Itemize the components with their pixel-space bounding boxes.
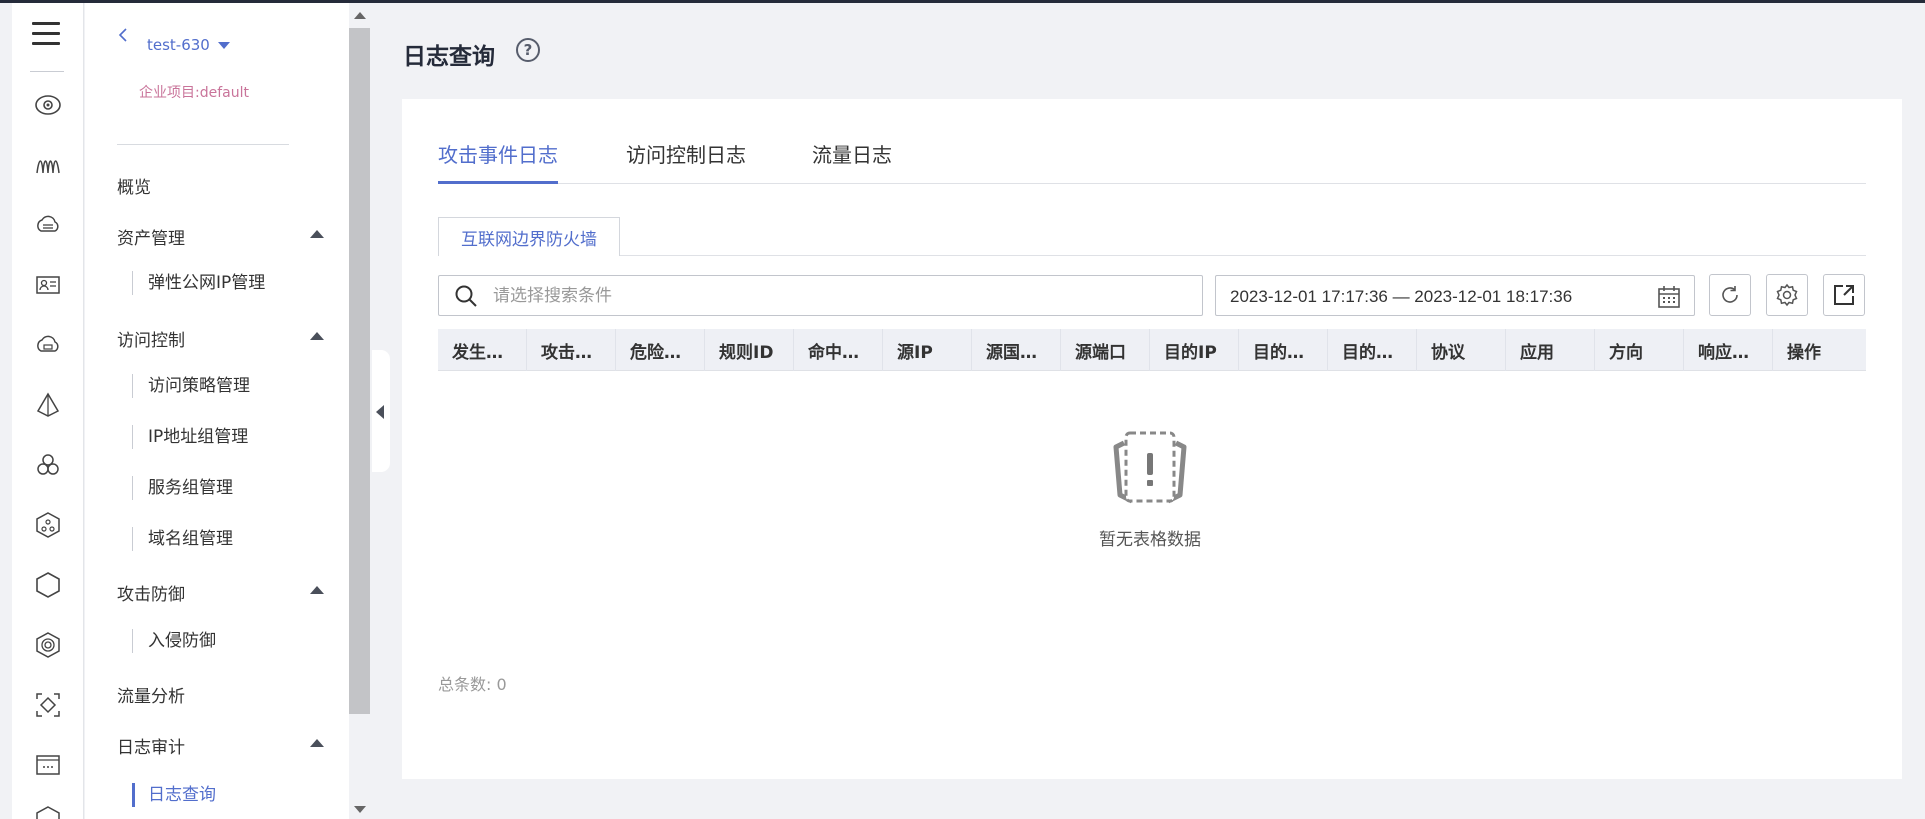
- firewall-tab-row: 互联网边界防火墙: [438, 217, 1866, 256]
- total-count: 总条数: 0: [438, 671, 507, 695]
- calendar-icon: [1658, 286, 1680, 308]
- sidebar-item-eip-management[interactable]: 弹性公网IP管理: [132, 271, 265, 295]
- nav-divider: [117, 144, 289, 145]
- scroll-down-icon[interactable]: [354, 806, 366, 813]
- column-header[interactable]: 目的…: [1328, 329, 1417, 371]
- table-header: 发生… 攻击… 危险… 规则ID 命中… 源IP 源国… 源端口 目的IP 目的…: [438, 329, 1866, 371]
- empty-state-icon: [1110, 429, 1190, 505]
- pyramid-icon[interactable]: [34, 391, 62, 419]
- refresh-icon: [1722, 286, 1738, 303]
- shield-hex-icon[interactable]: [34, 631, 62, 659]
- instance-name: test-630: [147, 36, 210, 54]
- collapse-caret-icon: [310, 739, 324, 747]
- eye-icon[interactable]: [34, 91, 62, 119]
- sidebar-scrollbar[interactable]: [349, 3, 371, 819]
- cloud-icon[interactable]: [34, 331, 62, 359]
- icon-rail: [12, 3, 84, 819]
- rail-divider: [30, 71, 64, 72]
- column-header[interactable]: 协议: [1417, 329, 1506, 371]
- hexagon-icon[interactable]: [34, 571, 62, 599]
- column-header[interactable]: 目的…: [1239, 329, 1328, 371]
- sidebar-item-asset-management[interactable]: 资产管理: [117, 224, 324, 249]
- date-range-text: 2023-12-01 17:17:36 — 2023-12-01 18:17:3…: [1230, 287, 1573, 306]
- page-title: 日志查询: [403, 44, 495, 70]
- tab-bar: 攻击事件日志 访问控制日志 流量日志: [438, 139, 1866, 184]
- tab-access-control-log[interactable]: 访问控制日志: [626, 139, 746, 184]
- search-box[interactable]: [438, 275, 1203, 316]
- sidebar-item-intrusion-prevention[interactable]: 入侵防御: [132, 629, 216, 653]
- column-header[interactable]: 源IP: [883, 329, 972, 371]
- terminal-icon[interactable]: [34, 751, 62, 779]
- hex-network-icon[interactable]: [34, 511, 62, 539]
- sidebar-item-overview[interactable]: 概览: [117, 173, 151, 198]
- sidebar-item-log-query[interactable]: 日志查询: [132, 783, 216, 807]
- settings-button[interactable]: [1766, 274, 1808, 316]
- column-header[interactable]: 目的IP: [1150, 329, 1239, 371]
- sidebar-collapse-handle[interactable]: [372, 350, 390, 472]
- help-icon[interactable]: ?: [516, 38, 540, 62]
- tab-attack-event-log[interactable]: 攻击事件日志: [438, 139, 558, 184]
- collapse-caret-icon: [310, 230, 324, 238]
- id-card-icon[interactable]: [34, 271, 62, 299]
- log-card: 攻击事件日志 访问控制日志 流量日志 互联网边界防火墙 2023-12-01 1…: [402, 99, 1902, 779]
- sidebar-nav: test-630 企业项目:default 概览 资产管理 弹性公网IP管理 访…: [85, 3, 350, 819]
- sidebar-item-service-group[interactable]: 服务组管理: [132, 476, 233, 500]
- column-header[interactable]: 规则ID: [705, 329, 794, 371]
- column-header[interactable]: 命中…: [794, 329, 883, 371]
- gear-icon: [1776, 283, 1798, 307]
- column-header[interactable]: 攻击…: [527, 329, 616, 371]
- more-icon[interactable]: [34, 803, 62, 819]
- column-header[interactable]: 危险…: [616, 329, 705, 371]
- cloud-storage-icon[interactable]: [34, 211, 62, 239]
- waves-icon[interactable]: [34, 151, 62, 179]
- column-header[interactable]: 发生…: [438, 329, 527, 371]
- date-range-picker[interactable]: 2023-12-01 17:17:36 — 2023-12-01 18:17:3…: [1215, 275, 1695, 316]
- instance-selector[interactable]: test-630: [147, 36, 230, 54]
- empty-state-text: 暂无表格数据: [1099, 530, 1201, 550]
- diamond-box-icon[interactable]: [34, 691, 62, 719]
- cluster-icon[interactable]: [34, 451, 62, 479]
- column-header[interactable]: 应用: [1506, 329, 1595, 371]
- sidebar-item-attack-defense[interactable]: 攻击防御: [117, 580, 324, 605]
- search-input[interactable]: [493, 282, 1183, 309]
- column-header[interactable]: 响应…: [1684, 329, 1773, 371]
- chevron-left-icon[interactable]: [117, 27, 129, 47]
- sidebar-item-ip-group[interactable]: IP地址组管理: [132, 425, 248, 449]
- column-header[interactable]: 源端口: [1061, 329, 1150, 371]
- sidebar-item-access-control[interactable]: 访问控制: [117, 326, 324, 351]
- collapse-caret-icon: [310, 332, 324, 340]
- export-icon: [1834, 285, 1854, 305]
- menu-icon[interactable]: [32, 19, 60, 47]
- total-value: 0: [496, 675, 507, 694]
- scroll-up-icon[interactable]: [354, 12, 366, 19]
- enterprise-project: 企业项目:default: [139, 85, 249, 101]
- tab-traffic-log[interactable]: 流量日志: [812, 139, 892, 184]
- export-button[interactable]: [1823, 274, 1865, 316]
- refresh-button[interactable]: [1709, 274, 1751, 316]
- column-header[interactable]: 操作: [1773, 329, 1866, 371]
- sidebar-item-traffic-analysis[interactable]: 流量分析: [117, 682, 185, 707]
- total-label: 总条数:: [438, 675, 492, 694]
- column-header[interactable]: 源国…: [972, 329, 1061, 371]
- sidebar-item-log-audit[interactable]: 日志审计: [117, 733, 324, 758]
- caret-down-icon: [217, 41, 230, 49]
- scroll-thumb[interactable]: [349, 28, 370, 714]
- sidebar-item-access-policy[interactable]: 访问策略管理: [132, 374, 250, 398]
- sidebar-item-domain-group[interactable]: 域名组管理: [132, 527, 233, 551]
- column-header[interactable]: 方向: [1595, 329, 1684, 371]
- collapse-caret-icon: [310, 586, 324, 594]
- search-icon: [455, 285, 477, 307]
- tab-internet-boundary-firewall[interactable]: 互联网边界防火墙: [438, 217, 620, 256]
